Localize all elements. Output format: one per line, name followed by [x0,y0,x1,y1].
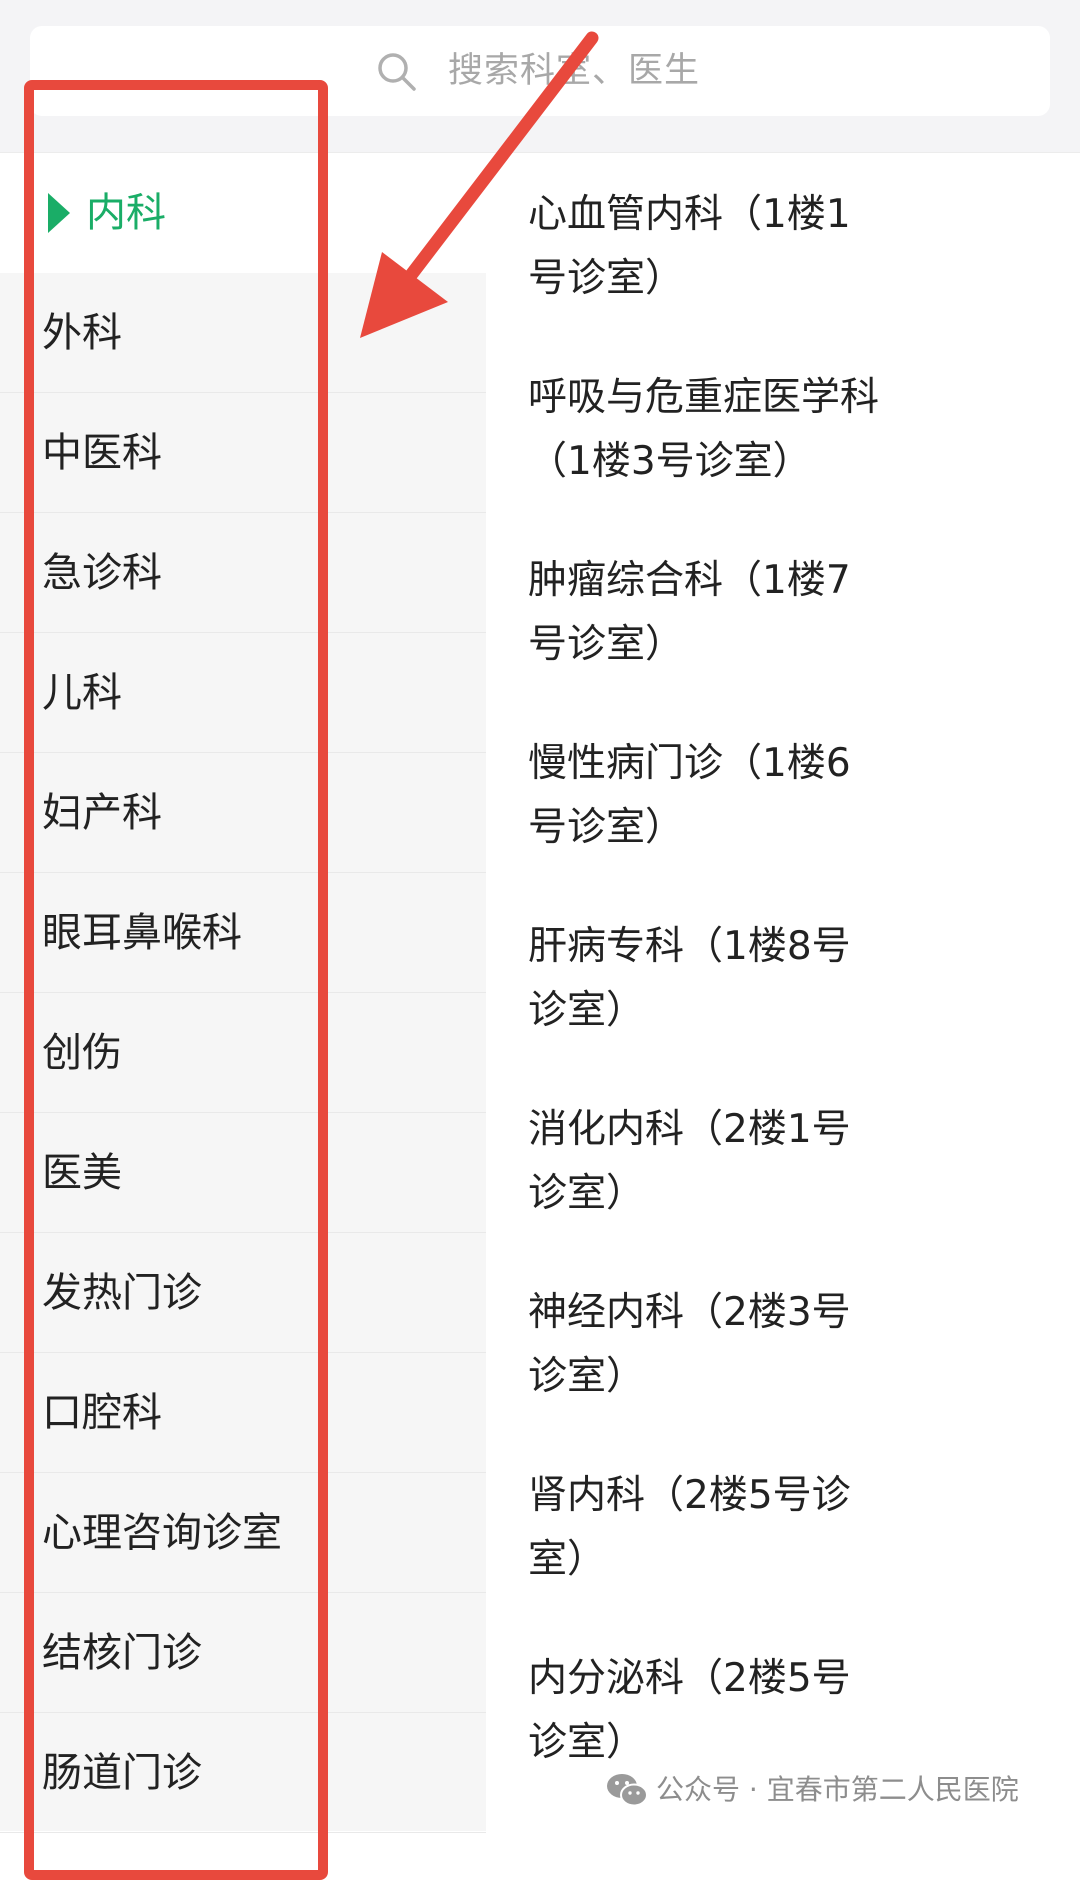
sidebar-item-emergency[interactable]: 急诊科 [0,513,486,633]
sidebar-item-label: 外科 [42,310,122,356]
sidebar-item-trauma[interactable]: 创伤 [0,993,486,1113]
department-name-line2: 诊室） [528,1354,646,1399]
department-name-line2: 诊室） [528,988,646,1033]
department-name-line1: 神经内科（2楼3号 [528,1290,851,1335]
sidebar-item-label: 妇产科 [42,790,162,836]
sidebar-item-label: 心理咨询诊室 [42,1510,282,1556]
list-item[interactable]: 呼吸与危重症医学科 （1楼3号诊室） [528,366,908,494]
sidebar-item-psychology[interactable]: 心理咨询诊室 [0,1473,486,1593]
sidebar-item-surgery[interactable]: 外科 [0,273,486,393]
department-name-line2: 诊室） [528,1171,646,1216]
wechat-icon [607,1774,648,1807]
sidebar-item-label: 儿科 [42,670,122,716]
sidebar-item-pediatrics[interactable]: 儿科 [0,633,486,753]
sidebar-item-tcm[interactable]: 中医科 [0,393,486,513]
department-category-sidebar: 内科 外科 中医科 急诊科 儿科 妇产科 眼耳鼻喉科 创伤 医美 发热门诊 口腔… [0,153,486,1833]
department-name-line1: 肝病专科（1楼8号 [528,924,851,969]
department-name-line1: 心血管内科（1楼1 [528,192,851,237]
sidebar-item-label: 结核门诊 [42,1630,202,1676]
sidebar-item-label: 发热门诊 [42,1270,202,1316]
list-item[interactable]: 慢性病门诊（1楼6 号诊室） [528,732,908,860]
sidebar-item-intestinal[interactable]: 肠道门诊 [0,1713,486,1833]
list-item[interactable]: 内分泌科（2楼5号 诊室） [528,1647,908,1775]
sidebar-item-label: 急诊科 [42,550,162,596]
department-name-line1: 消化内科（2楼1号 [528,1107,851,1152]
list-item[interactable]: 肝病专科（1楼8号 诊室） [528,915,908,1043]
sidebar-item-tuberculosis[interactable]: 结核门诊 [0,1593,486,1713]
sidebar-item-label: 口腔科 [42,1390,162,1436]
list-item[interactable]: 心血管内科（1楼1 号诊室） [528,183,908,311]
sidebar-item-label: 医美 [42,1150,122,1196]
sidebar-item-ent[interactable]: 眼耳鼻喉科 [0,873,486,993]
department-name-line1: 慢性病门诊（1楼6 [528,741,851,786]
watermark-text: 公众号 · 宜春市第二人民医院 [656,1773,1019,1806]
search-placeholder: 搜索科室、医生 [448,51,701,91]
department-name-line1: 肿瘤综合科（1楼7 [528,558,851,603]
department-name-line1: 内分泌科（2楼5号 [528,1656,851,1701]
department-name-line1: 呼吸与危重症医学科 [528,375,880,420]
department-name-line2: 号诊室） [528,256,685,301]
department-name-line2: 号诊室） [528,805,685,850]
sidebar-item-label: 创伤 [42,1030,122,1076]
sidebar-item-fever-clinic[interactable]: 发热门诊 [0,1233,486,1353]
department-name-line2: （1楼3号诊室） [528,439,812,484]
sidebar-item-dental[interactable]: 口腔科 [0,1353,486,1473]
search-icon [378,53,416,91]
department-name-line2: 室） [528,1537,607,1582]
sidebar-item-aesthetics[interactable]: 医美 [0,1113,486,1233]
department-name-line1: 肾内科（2楼5号诊 [528,1473,851,1518]
sidebar-item-label: 眼耳鼻喉科 [42,910,242,956]
sidebar-item-obstetrics[interactable]: 妇产科 [0,753,486,873]
list-item[interactable]: 神经内科（2楼3号 诊室） [528,1281,908,1409]
search-input[interactable]: 搜索科室、医生 [30,26,1050,116]
sidebar-item-label: 中医科 [42,430,162,476]
department-list: 心血管内科（1楼1 号诊室） 呼吸与危重症医学科 （1楼3号诊室） 肿瘤综合科（… [486,153,1080,1831]
sidebar-item-internal-medicine[interactable]: 内科 [0,153,486,273]
sidebar-item-label: 内科 [86,190,166,236]
department-name-line2: 号诊室） [528,622,685,667]
list-item[interactable]: 肿瘤综合科（1楼7 号诊室） [528,549,908,677]
sidebar-item-label: 肠道门诊 [42,1750,202,1796]
active-indicator-icon [48,193,70,233]
list-item[interactable]: 肾内科（2楼5号诊 室） [528,1464,908,1592]
search-bar-area: 搜索科室、医生 [0,0,1080,152]
list-item[interactable]: 消化内科（2楼1号 诊室） [528,1098,908,1226]
